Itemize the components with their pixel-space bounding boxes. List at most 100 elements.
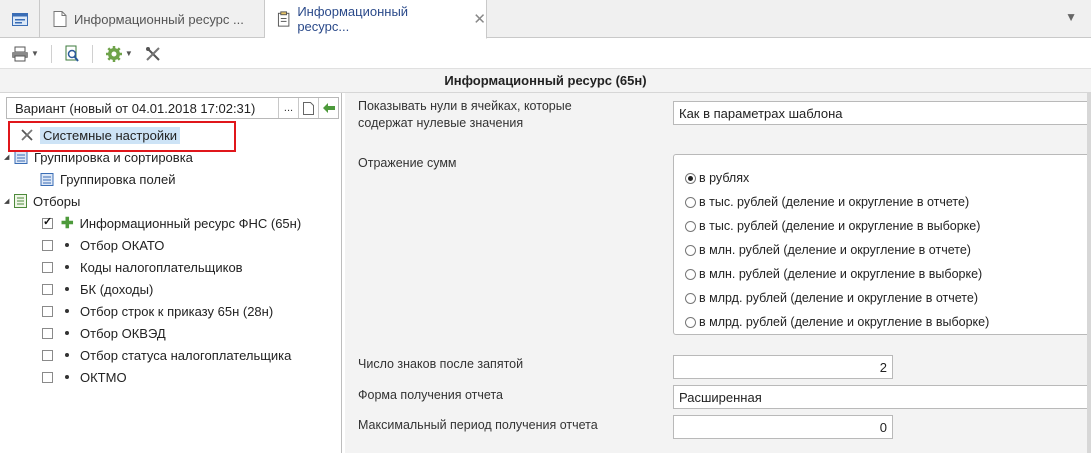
sums-option-rub[interactable]: в рублях bbox=[685, 169, 749, 187]
decimals-label: Число знаков после запятой bbox=[358, 357, 524, 371]
sums-radio-group: в рублях в тыс. рублей (деление и округл… bbox=[673, 154, 1091, 335]
filter-checkbox[interactable] bbox=[42, 305, 53, 317]
sums-option-million-select[interactable]: в млн. рублей (деление и округление в вы… bbox=[685, 265, 982, 283]
zeros-label-line1: Показывать нули в ячейках, которые bbox=[358, 99, 572, 113]
tree-item-label: Отбор строк к приказу 65н (28н) bbox=[80, 303, 274, 319]
radio-label: в рублях bbox=[699, 171, 750, 185]
sums-option-thousand-select[interactable]: в тыс. рублей (деление и округление в вы… bbox=[685, 217, 980, 235]
page-title: Информационный ресурс (65н) bbox=[0, 68, 1091, 93]
bullet-icon bbox=[65, 243, 69, 247]
radio-button[interactable] bbox=[685, 316, 696, 328]
toolbar-divider bbox=[50, 44, 52, 63]
max-period-label: Максимальный период получения отчета bbox=[358, 418, 598, 432]
document-icon bbox=[53, 11, 67, 27]
radio-label: в млрд. рублей (деление и округление в в… bbox=[699, 315, 990, 329]
tree-item-filter-bk[interactable]: БК (доходы) bbox=[42, 279, 153, 299]
settings-panel: Показывать нули в ячейках, которые содер… bbox=[345, 93, 1091, 453]
sums-label: Отражение сумм bbox=[358, 156, 457, 170]
form-label: Форма получения отчета bbox=[358, 388, 503, 402]
radio-button[interactable] bbox=[685, 268, 696, 280]
radio-label: в тыс. рублей (деление и округление в от… bbox=[699, 195, 970, 209]
radio-button[interactable] bbox=[685, 220, 696, 232]
variant-more-button[interactable]: ... bbox=[278, 98, 298, 118]
max-period-input[interactable]: 0 bbox=[673, 415, 893, 439]
variant-new-button[interactable] bbox=[298, 98, 318, 118]
radio-button[interactable] bbox=[685, 196, 696, 208]
zeros-label-line2: содержат нулевые значения bbox=[358, 116, 524, 130]
tree-item-grouping-fields[interactable]: Группировка полей bbox=[40, 169, 175, 189]
tab-resource-1[interactable]: Информационный ресурс ... bbox=[41, 0, 265, 38]
radio-label: в млн. рублей (деление и округление в вы… bbox=[699, 267, 983, 281]
filter-checkbox[interactable] bbox=[42, 349, 53, 361]
gear-icon bbox=[105, 45, 122, 62]
radio-label: в млрд. рублей (деление и округление в о… bbox=[699, 291, 978, 305]
sums-option-thousand-report[interactable]: в тыс. рублей (деление и округление в от… bbox=[685, 193, 969, 211]
grouping-fields-icon bbox=[40, 172, 54, 186]
filter-checkbox[interactable] bbox=[42, 239, 53, 251]
radio-label: в тыс. рублей (деление и округление в вы… bbox=[699, 219, 981, 233]
tree-item-filters[interactable]: ◢ Отборы bbox=[4, 191, 80, 211]
bullet-icon bbox=[65, 375, 69, 379]
filter-checkbox[interactable] bbox=[42, 327, 53, 339]
tree-item-label: Отбор ОКАТО bbox=[80, 237, 165, 253]
filters-icon bbox=[14, 194, 27, 208]
form-select[interactable]: Расширенная bbox=[673, 385, 1091, 409]
sums-option-billion-select[interactable]: в млрд. рублей (деление и округление в в… bbox=[685, 313, 989, 331]
chevron-down-icon[interactable]: ▼ bbox=[31, 49, 39, 58]
filter-checkbox[interactable] bbox=[42, 215, 53, 229]
chevron-down-icon[interactable]: ▼ bbox=[125, 49, 133, 58]
home-tab[interactable] bbox=[0, 0, 40, 38]
zeros-label: Показывать нули в ячейках, которые содер… bbox=[358, 98, 572, 132]
grouping-icon bbox=[14, 150, 28, 164]
filter-checkbox[interactable] bbox=[42, 371, 53, 383]
filter-checkbox[interactable] bbox=[42, 283, 53, 295]
close-icon[interactable]: ✕ bbox=[473, 10, 486, 28]
collapse-arrow-icon[interactable]: ◢ bbox=[4, 197, 14, 205]
highlight-box bbox=[8, 121, 236, 152]
new-document-icon bbox=[303, 101, 314, 115]
preview-button[interactable] bbox=[61, 43, 83, 65]
print-button[interactable]: ▼ bbox=[8, 43, 42, 65]
radio-button[interactable] bbox=[685, 172, 696, 184]
tools-button[interactable] bbox=[142, 43, 164, 65]
sums-option-million-report[interactable]: в млн. рублей (деление и округление в от… bbox=[685, 241, 971, 259]
tab-label: Информационный ресурс... bbox=[297, 4, 409, 34]
sums-option-billion-report[interactable]: в млрд. рублей (деление и округление в о… bbox=[685, 289, 978, 307]
settings-button[interactable]: ▼ bbox=[102, 43, 136, 65]
tree-item-label: Отбор статуса налогоплательщика bbox=[80, 347, 292, 363]
clipboard-icon bbox=[277, 11, 290, 27]
tree-item-filter-resource[interactable]: ✚ Информационный ресурс ФНС (65н) bbox=[42, 213, 301, 233]
collapse-arrow-icon[interactable]: ◢ bbox=[4, 153, 14, 161]
window-icon bbox=[11, 12, 28, 26]
decimals-input[interactable]: 2 bbox=[673, 355, 893, 379]
radio-button[interactable] bbox=[685, 244, 696, 256]
tools-icon bbox=[145, 46, 160, 61]
radio-label: в млн. рублей (деление и округление в от… bbox=[699, 243, 971, 257]
tree-item-filter-taxpayer-codes[interactable]: Коды налогоплательщиков bbox=[42, 257, 243, 277]
toolbar: ▼ ▼ bbox=[0, 39, 1091, 68]
variant-text: Вариант (новый от 04.01.2018 17:02:31) bbox=[15, 100, 256, 116]
tree-item-filter-okved[interactable]: Отбор ОКВЭД bbox=[42, 323, 166, 343]
zeros-select[interactable]: Как в параметрах шаблона bbox=[673, 101, 1091, 125]
bullet-icon bbox=[65, 287, 69, 291]
tree-item-label: ОКТМО bbox=[80, 369, 127, 385]
filter-checkbox[interactable] bbox=[42, 261, 53, 273]
tab-label: Информационный ресурс ... bbox=[74, 11, 244, 27]
radio-button[interactable] bbox=[685, 292, 696, 304]
tree-item-filter-status[interactable]: Отбор статуса налогоплательщика bbox=[42, 345, 291, 365]
tree-item-label: БК (доходы) bbox=[80, 281, 154, 297]
variant-selector[interactable]: Вариант (новый от 04.01.2018 17:02:31) .… bbox=[6, 97, 339, 119]
tree-item-filter-rows[interactable]: Отбор строк к приказу 65н (28н) bbox=[42, 301, 273, 321]
variant-back-button[interactable] bbox=[318, 98, 338, 118]
tree-item-label: Отбор ОКВЭД bbox=[80, 325, 166, 341]
tree-item-filter-oktmo[interactable]: ОКТМО bbox=[42, 367, 127, 387]
tab-list-dropdown-icon[interactable]: ▼ bbox=[1065, 10, 1077, 24]
vertical-scrollbar[interactable] bbox=[1087, 93, 1091, 453]
arrow-back-icon bbox=[322, 103, 335, 113]
tab-resource-2[interactable]: Информационный ресурс... ✕ bbox=[265, 0, 487, 39]
bullet-icon bbox=[65, 265, 69, 269]
bullet-icon bbox=[65, 309, 69, 313]
tree-item-filter-okato[interactable]: Отбор ОКАТО bbox=[42, 235, 164, 255]
tree-item-label: Информационный ресурс ФНС (65н) bbox=[79, 215, 302, 231]
printer-icon bbox=[12, 46, 28, 61]
